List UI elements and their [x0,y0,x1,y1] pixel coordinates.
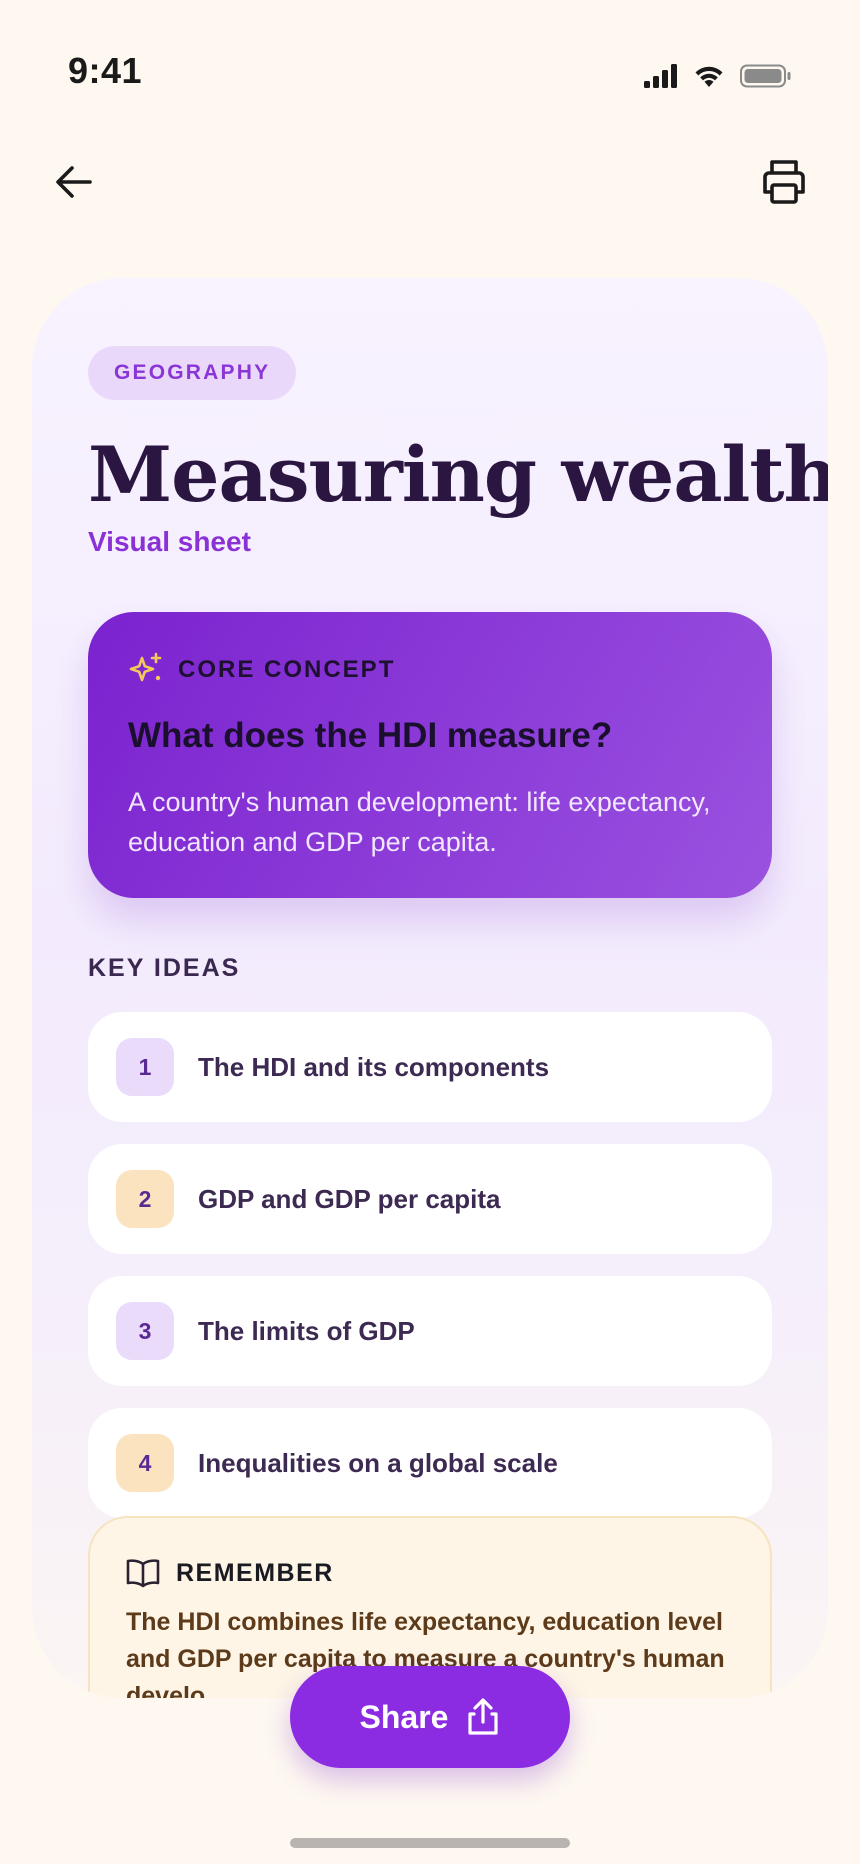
status-icons [644,64,792,88]
visual-sheet: GEOGRAPHY Measuring wealth Visual sheet … [32,278,828,1698]
core-concept-label: CORE CONCEPT [178,656,396,683]
home-indicator [290,1838,570,1848]
key-idea-number: 3 [116,1302,174,1360]
screen: 9:41 GEOGRAPHY Measuring wealth Visual s… [0,0,860,1864]
subject-tag: GEOGRAPHY [88,346,297,400]
share-icon [468,1698,499,1735]
key-idea-text: The HDI and its components [198,1051,550,1082]
signal-icon [644,64,677,88]
key-idea-number: 4 [116,1434,174,1492]
remember-header: REMEMBER [126,1558,334,1588]
key-ideas-label: KEY IDEAS [88,954,241,982]
sparkles-icon [129,652,162,682]
key-idea-number: 1 [116,1038,174,1096]
key-idea-text: The limits of GDP [198,1315,415,1346]
key-idea-number: 2 [116,1170,174,1228]
book-open-icon [126,1559,160,1588]
page-title: Measuring wealth [88,430,828,519]
key-idea-item[interactable]: 4 Inequalities on a global scale [88,1408,772,1518]
arrow-left-icon [56,166,92,198]
print-button[interactable] [756,156,812,208]
key-idea-text: GDP and GDP per capita [198,1183,501,1214]
printer-icon [763,160,805,204]
key-idea-item[interactable]: 2 GDP and GDP per capita [88,1144,772,1254]
key-idea-text: Inequalities on a global scale [198,1447,558,1478]
core-concept-card: CORE CONCEPT What does the HDI measure? … [88,612,772,898]
status-time: 9:41 [68,50,143,91]
battery-icon [740,64,791,88]
core-concept-question: What does the HDI measure? [128,716,613,755]
core-concept-header: CORE CONCEPT [128,652,395,688]
core-concept-answer: A country's human development: life expe… [128,787,711,857]
wifi-icon [695,66,723,87]
key-idea-item[interactable]: 1 The HDI and its components [88,1012,772,1122]
share-button-label: Share [359,1698,449,1735]
share-button[interactable]: Share [290,1666,570,1768]
back-button[interactable] [50,158,98,206]
key-idea-item[interactable]: 3 The limits of GDP [88,1276,772,1386]
page-subtitle: Visual sheet [88,526,251,557]
remember-label: REMEMBER [176,1558,334,1587]
